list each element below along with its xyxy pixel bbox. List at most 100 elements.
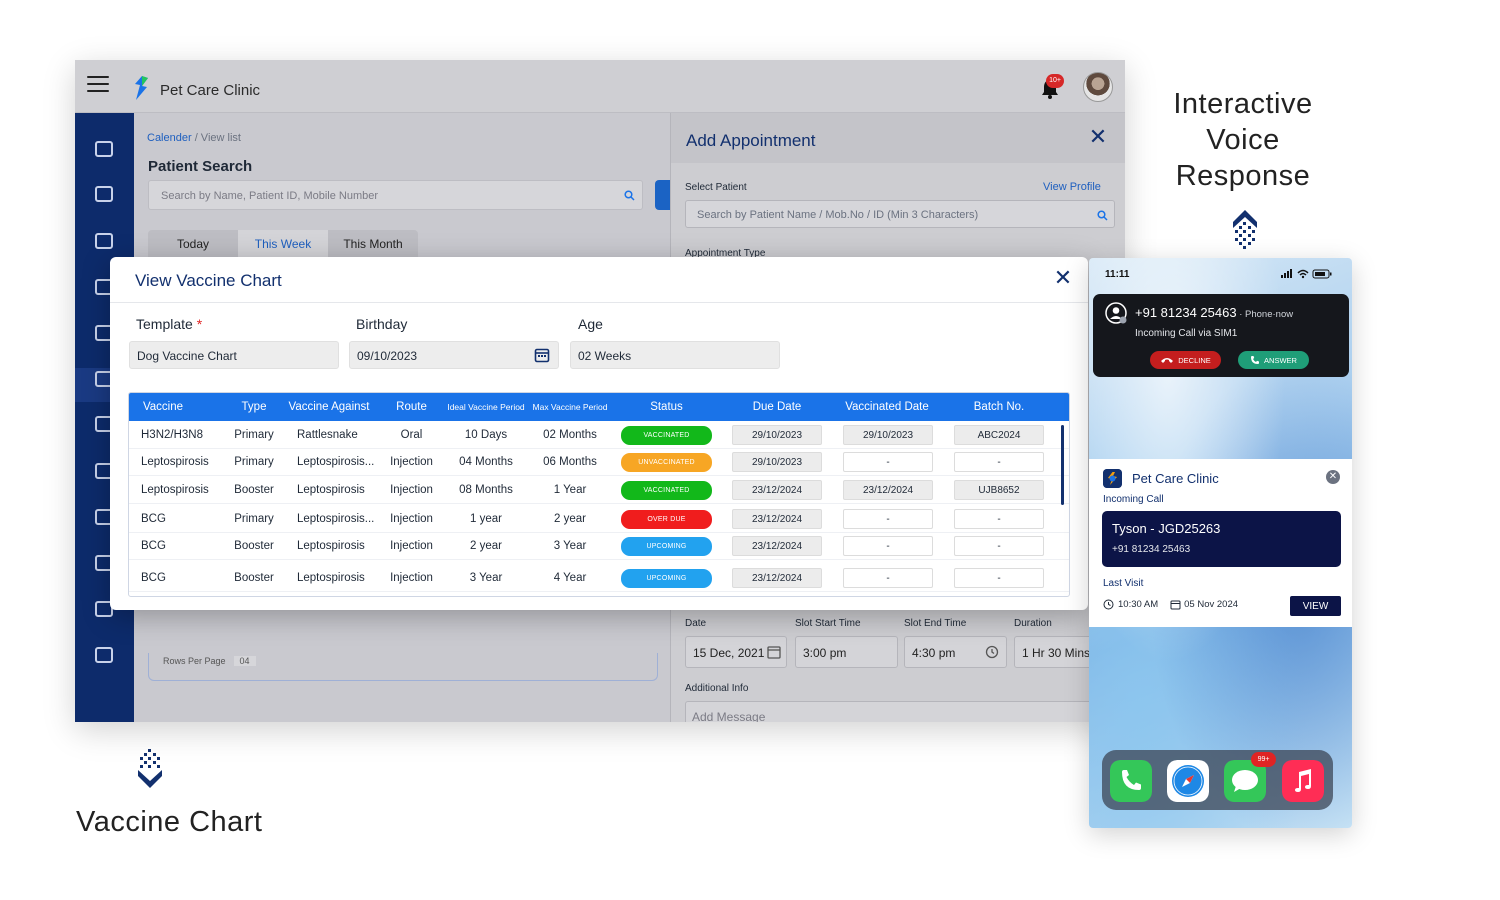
status-badge: UPCOMING [621,569,712,588]
table-scrollbar[interactable] [1061,425,1064,505]
calendar-icon[interactable] [767,645,781,659]
slot-start-value: 3:00 pm [803,646,847,660]
arrow-down-icon [138,749,162,788]
decline-label: DECLINE [1178,355,1211,365]
app-dock [1102,750,1333,810]
cell-max-period: 1 Year [553,484,587,496]
decline-button[interactable]: DECLINE [1150,351,1221,369]
ivr-heading-line-2: Voice [1206,124,1280,156]
menu-icon[interactable] [87,76,109,94]
cell-route: Injection [390,540,433,552]
clinic-logo-icon [135,76,148,100]
cell-ideal-period: 04 Months [459,456,513,468]
phone-mockup: 11:11 +91 81234 25463 · Phone·now Incomi… [1089,258,1352,828]
table-header: Vaccine Type Vaccine Against Route Ideal… [129,393,1069,421]
cell-max-period: 02 Months [543,429,597,441]
user-settings-icon[interactable] [95,233,113,249]
vaccinated-date-field[interactable]: - [843,568,933,588]
batch-no-field[interactable]: UJB8652 [954,480,1044,500]
column-header-type: Type [241,401,267,413]
cell-vaccine-against: Leptospirosis... [297,513,375,525]
music-app-icon[interactable] [1282,760,1324,802]
stage: Pet Care Clinic 10+ Calender / View list… [0,0,1500,900]
close-icon[interactable]: ✕ [1052,267,1074,290]
table-row[interactable]: Leptospirosis Primary Leptospirosis... I… [129,448,1069,476]
safari-app-icon[interactable] [1167,760,1209,802]
view-button[interactable]: VIEW [1290,596,1341,616]
tab-today[interactable]: Today [148,230,238,258]
cell-vaccine-against: Leptospirosis [297,572,365,584]
notification-badge: 10+ [1046,74,1064,88]
appointment-title: Add Appointment [686,131,816,150]
column-header-vaccine-against: Vaccine Against [288,401,370,413]
cell-route: Oral [400,429,423,441]
caller-phone: +91 81234 25463 [1112,544,1191,555]
avatar[interactable] [1083,72,1113,102]
template-select[interactable]: Dog Vaccine Chart [129,341,339,369]
cell-vaccine: H3N2/H3N8 [141,429,203,441]
batch-no-field[interactable]: - [954,568,1044,588]
rows-per-page: Rows Per Page 04 [148,653,658,681]
close-icon[interactable]: ✕ [1326,470,1340,484]
cell-route: Injection [390,572,433,584]
vaccinated-date-field[interactable]: 29/10/2023 [843,425,933,445]
vaccinated-date-field[interactable]: - [843,452,933,472]
dashboard-icon[interactable] [95,141,113,157]
cell-type: Booster [234,540,274,552]
cell-vaccine-against: Leptospirosis... [297,456,375,468]
signal-wifi-battery-icon [1281,269,1332,279]
vaccinated-date-field[interactable]: - [843,509,933,529]
view-profile-link[interactable]: View Profile [1043,181,1101,193]
rows-per-page-select[interactable]: 04 [233,656,256,666]
add-message-input[interactable]: Add Message [685,701,1115,722]
batch-no-field[interactable]: - [954,536,1044,556]
vaccinated-date-field[interactable]: 23/12/2024 [843,480,933,500]
clock-icon[interactable] [985,645,999,659]
primary-action-button[interactable] [655,180,670,210]
column-header-ideal-period: Ideal Vaccine Period [447,402,525,412]
cell-ideal-period: 2 year [470,540,502,552]
slot-start-field[interactable]: 3:00 pm [795,636,898,668]
status-bar-time: 11:11 [1105,269,1130,280]
breadcrumb-calender-link[interactable]: Calender [147,132,192,144]
clinic-notification[interactable]: Pet Care Clinic ✕ Incoming Call Tyson - … [1089,459,1352,627]
chat-icon[interactable] [95,186,113,202]
search-icon[interactable] [1097,210,1108,221]
last-visit-details: 10:30 AM 05 Nov 2024 [1103,599,1238,610]
tab-this-month[interactable]: This Month [328,230,418,258]
age-label: Age [578,316,603,332]
birthday-input[interactable]: 09/10/2023 [349,341,559,369]
calendar-icon[interactable] [534,347,550,363]
batch-no-field[interactable]: ABC2024 [954,425,1044,445]
phone-app-icon[interactable] [1110,760,1152,802]
cell-type: Booster [234,572,274,584]
arrow-up-icon [1233,210,1257,249]
vaccinated-date-field[interactable]: - [843,536,933,556]
cell-vaccine: BCG [141,572,166,584]
appointment-patient-search[interactable]: Search by Patient Name / Mob.No / ID (Mi… [685,200,1115,228]
status-badge: UPCOMING [621,537,712,556]
contact-icon [1105,302,1127,324]
age-field: 02 Weeks [570,341,780,369]
call-number-text: +91 81234 25463 [1135,305,1237,320]
status-badge: OVER DUE [621,510,712,529]
phone-icon [1251,356,1260,364]
tab-this-week[interactable]: This Week [238,230,328,258]
table-row[interactable]: BCG Booster Leptospirosis Injection 3 Ye… [129,564,1069,592]
patient-search-input[interactable]: Search by Name, Patient ID, Mobile Numbe… [148,180,643,210]
modal-divider [110,302,1088,303]
table-row[interactable]: BCG Primary Leptospirosis... Injection 1… [129,505,1069,533]
table-row[interactable]: H3N2/H3N8 Primary Rattlesnake Oral 10 Da… [129,421,1069,449]
batch-no-field[interactable]: - [954,509,1044,529]
cell-type: Primary [234,456,274,468]
due-date-field: 23/12/2024 [732,568,822,588]
cell-max-period: 2 year [554,513,586,525]
search-button[interactable] [616,180,643,210]
gallery-icon[interactable] [95,647,113,663]
table-row[interactable]: Leptospirosis Booster Leptospirosis Inje… [129,476,1069,504]
close-icon[interactable]: ✕ [1087,126,1109,149]
date-range-tabs: Today This Week This Month [148,230,418,258]
batch-no-field[interactable]: - [954,452,1044,472]
answer-button[interactable]: ANSWER [1238,351,1309,369]
table-row[interactable]: BCG Booster Leptospirosis Injection 2 ye… [129,532,1069,560]
